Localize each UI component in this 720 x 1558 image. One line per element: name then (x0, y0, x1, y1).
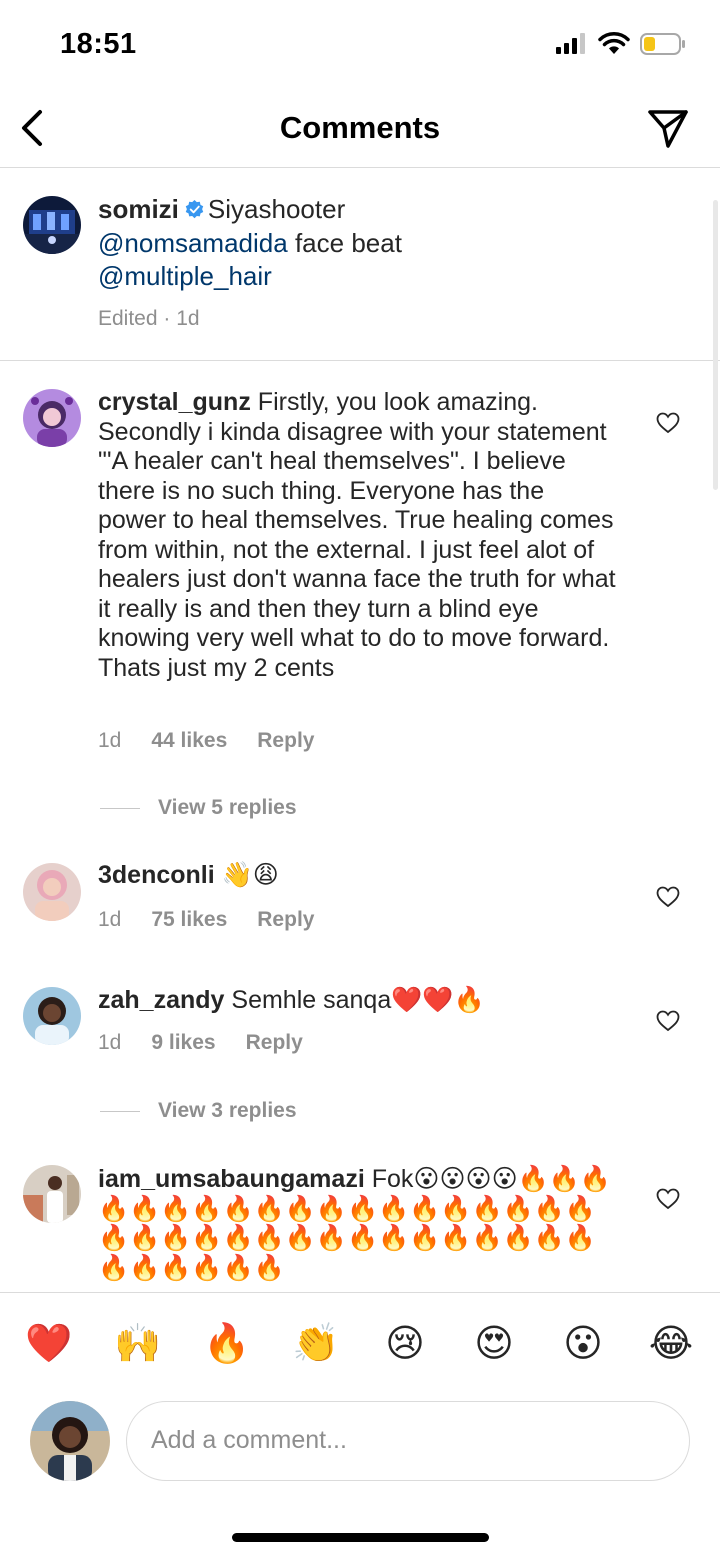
caption-text-1: Siyashooter (207, 194, 346, 224)
battery-icon (640, 33, 685, 55)
caption-text-2: face beat (294, 227, 402, 258)
comment-text: zah_zandy Semhle sanqa❤️❤️🔥 (98, 986, 618, 1016)
quick-reaction-fire[interactable]: 🔥 (202, 1319, 252, 1369)
page-title: Comments (279, 110, 441, 145)
view-replies-button[interactable]: View 3 replies (100, 1099, 297, 1123)
comment-meta: 1d 44 likes Reply (98, 729, 314, 753)
comment-username[interactable]: zah_zandy (98, 986, 224, 1014)
nav-bar: Comments (0, 88, 720, 168)
reply-button[interactable]: Reply (257, 908, 314, 932)
comment-meta: 1d 75 likes Reply (98, 908, 314, 932)
share-direct-icon[interactable] (646, 106, 690, 150)
quick-reaction-heart-eyes[interactable]: 😍 (469, 1319, 519, 1369)
comment-content: Semhle sanqa❤️❤️🔥 (231, 986, 485, 1014)
comment-text: iam_umsabaungamazi Fok😮😮😮😮🔥🔥🔥🔥🔥🔥🔥🔥🔥🔥🔥🔥🔥🔥… (98, 1165, 618, 1283)
reply-button[interactable]: Reply (257, 729, 314, 753)
reply-button[interactable]: Reply (246, 1031, 303, 1055)
comment-input[interactable]: Add a comment... (126, 1401, 690, 1481)
quick-reaction-raised-hands[interactable]: 🙌 (113, 1319, 163, 1369)
comment-text: 3denconli 👋😩 (98, 861, 618, 891)
view-replies-button[interactable]: View 5 replies (100, 796, 297, 820)
quick-reaction-row: ❤️ 🙌 🔥 👏 😢 😍 😮 😂 (0, 1313, 720, 1373)
comment-list[interactable]: crystal_gunz Firstly, you look amazing. … (0, 362, 720, 1292)
comment-text: crystal_gunz Firstly, you look amazing. … (98, 388, 618, 683)
comment-content: 👋😩 (221, 861, 279, 889)
quick-reaction-laugh[interactable]: 😂 (646, 1319, 696, 1369)
comment-username[interactable]: iam_umsabaungamazi (98, 1165, 365, 1193)
comment-username[interactable]: 3denconli (98, 861, 215, 889)
mention-link[interactable]: @multiple_hair (98, 261, 272, 291)
comment-content: Firstly, you look amazing. Secondly i ki… (98, 388, 616, 682)
replies-divider (100, 807, 140, 809)
comment-username[interactable]: crystal_gunz (98, 388, 251, 416)
quick-reaction-surprised[interactable]: 😮 (558, 1319, 608, 1369)
avatar[interactable] (23, 1165, 81, 1223)
like-heart-icon[interactable] (656, 886, 680, 908)
comment-composer-bar: ❤️ 🙌 🔥 👏 😢 😍 😮 😂 Add a comment... (0, 1292, 720, 1558)
view-replies-label: View 5 replies (158, 796, 297, 819)
avatar[interactable] (23, 863, 81, 921)
avatar[interactable] (23, 987, 81, 1045)
avatar[interactable] (23, 196, 81, 254)
like-heart-icon[interactable] (656, 1188, 680, 1210)
comment-meta: 1d 9 likes Reply (98, 1031, 303, 1055)
status-time: 18:51 (60, 28, 137, 60)
comment-likes[interactable]: 9 likes (151, 1031, 215, 1055)
caption-text: somizi Siyashooter @nomsamadida face beat… (98, 193, 658, 294)
comment-likes[interactable]: 75 likes (151, 908, 227, 932)
current-user-avatar (30, 1401, 110, 1481)
quick-reaction-heart[interactable]: ❤️ (24, 1319, 74, 1369)
avatar[interactable] (23, 389, 81, 447)
verified-badge-icon (185, 200, 204, 219)
comment-time: 1d (98, 1031, 122, 1054)
replies-divider (100, 1110, 140, 1112)
home-indicator (232, 1533, 489, 1542)
comment-likes[interactable]: 44 likes (151, 729, 227, 753)
quick-reaction-cry[interactable]: 😢 (380, 1319, 430, 1369)
comment-time: 1d (98, 908, 122, 931)
quick-reaction-clap[interactable]: 👏 (291, 1319, 341, 1369)
like-heart-icon[interactable] (656, 1010, 680, 1032)
caption-username[interactable]: somizi (98, 194, 179, 224)
comment-time: 1d (98, 729, 122, 752)
scroll-indicator[interactable] (713, 200, 718, 490)
cellular-signal-icon (556, 33, 585, 54)
wifi-icon (598, 32, 630, 54)
caption-meta: Edited · 1d (98, 307, 200, 330)
mention-link[interactable]: @nomsamadida (98, 228, 288, 258)
status-bar: 18:51 (0, 0, 720, 90)
status-icons (556, 32, 686, 56)
post-caption: somizi Siyashooter @nomsamadida face beat… (0, 169, 720, 361)
view-replies-label: View 3 replies (158, 1099, 297, 1122)
like-heart-icon[interactable] (656, 412, 680, 434)
